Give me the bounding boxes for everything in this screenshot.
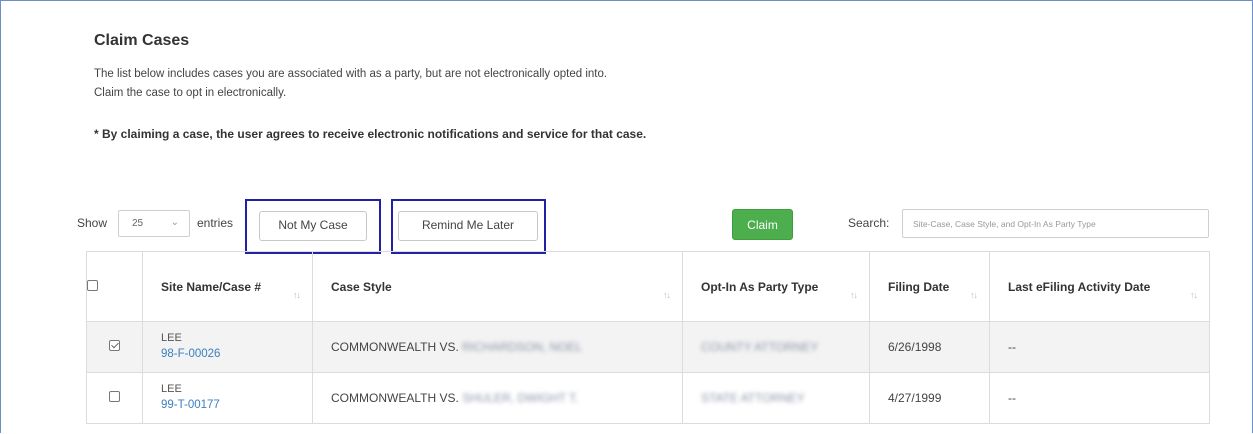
party-type-cell: STATE ATTORNEY: [682, 372, 870, 424]
header-last-activity[interactable]: Last eFiling Activity Date ↑↓: [989, 251, 1210, 322]
row-checkbox[interactable]: [109, 340, 120, 351]
show-label: Show: [77, 216, 108, 230]
entries-select-value: 25: [132, 218, 144, 229]
filing-date-cell: 4/27/1999: [869, 372, 990, 424]
entries-select[interactable]: 25 ⌄: [118, 210, 190, 237]
not-my-case-button[interactable]: Not My Case: [259, 211, 367, 241]
case-number-link[interactable]: 98-F-00026: [161, 346, 294, 363]
sort-icon: ↑↓: [293, 290, 301, 300]
case-style-cell: COMMONWEALTH VS. RICHARDSON, NOEL: [312, 321, 683, 373]
redacted-name: SHULER, DWIGHT T.: [462, 391, 579, 405]
case-style-cell: COMMONWEALTH VS. SHULER, DWIGHT T.: [312, 372, 683, 424]
row-checkbox-cell: [86, 372, 143, 424]
select-all-checkbox[interactable]: [87, 279, 98, 291]
sort-icon: ↑↓: [850, 290, 858, 300]
row-checkbox-cell: [86, 321, 143, 373]
claim-notice: * By claiming a case, the user agrees to…: [94, 127, 647, 141]
case-style-text: COMMONWEALTH VS.: [331, 391, 459, 405]
site-case-cell: LEE 98-F-00026: [142, 321, 313, 373]
chevron-down-icon: ⌄: [170, 217, 179, 228]
header-party-type[interactable]: Opt-In As Party Type ↑↓: [682, 251, 870, 322]
party-type-cell: COUNTY ATTORNEY: [682, 321, 870, 373]
table-row[interactable]: LEE 98-F-00026 COMMONWEALTH VS. RICHARDS…: [86, 321, 1210, 373]
redacted-party-type: STATE ATTORNEY: [701, 391, 805, 405]
search-label: Search:: [848, 216, 890, 230]
page-description: The list below includes cases you are as…: [94, 68, 608, 99]
redacted-name: RICHARDSON, NOEL: [462, 340, 583, 354]
sort-icon: ↑↓: [663, 290, 671, 300]
header-case-style-label: Case Style: [331, 279, 392, 294]
claim-cases-table: Site Name/Case # ↑↓ Case Style ↑↓ Opt-In…: [86, 251, 1210, 424]
site-case-cell: LEE 99-T-00177: [142, 372, 313, 424]
header-site-case-label: Site Name/Case #: [161, 279, 262, 294]
header-filing-date[interactable]: Filing Date ↑↓: [869, 251, 990, 322]
redacted-party-type: COUNTY ATTORNEY: [701, 340, 819, 354]
header-filing-date-label: Filing Date: [888, 279, 950, 294]
filing-date-cell: 6/26/1998: [869, 321, 990, 373]
table-row[interactable]: LEE 99-T-00177 COMMONWEALTH VS. SHULER, …: [86, 372, 1210, 424]
header-last-activity-label: Last eFiling Activity Date: [1008, 279, 1151, 294]
case-style-text: COMMONWEALTH VS.: [331, 340, 459, 354]
last-activity-cell: --: [989, 372, 1210, 424]
table-header-row: Site Name/Case # ↑↓ Case Style ↑↓ Opt-In…: [86, 251, 1210, 322]
page-title: Claim Cases: [94, 32, 190, 49]
search-input[interactable]: [902, 209, 1209, 238]
select-all-header: [86, 251, 143, 322]
row-checkbox[interactable]: [109, 391, 120, 402]
sort-icon: ↑↓: [970, 290, 978, 300]
sort-icon: ↑↓: [1190, 290, 1198, 300]
case-number-link[interactable]: 99-T-00177: [161, 397, 294, 414]
site-name: LEE: [161, 332, 182, 344]
entries-label: entries: [197, 216, 234, 230]
header-case-style[interactable]: Case Style ↑↓: [312, 251, 683, 322]
last-activity-cell: --: [989, 321, 1210, 373]
header-party-type-label: Opt-In As Party Type: [701, 279, 819, 294]
claim-button[interactable]: Claim: [732, 209, 793, 240]
remind-me-later-button[interactable]: Remind Me Later: [398, 211, 538, 241]
header-site-case[interactable]: Site Name/Case # ↑↓: [142, 251, 313, 322]
site-name: LEE: [161, 383, 182, 395]
